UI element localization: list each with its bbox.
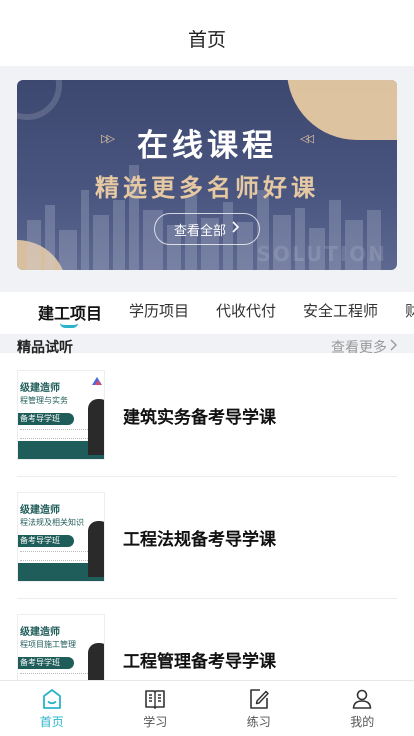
chevron-right-icon: [390, 339, 397, 355]
tab-finance[interactable]: 财: [405, 292, 414, 321]
tabbar-label: 学习: [143, 715, 168, 729]
section-header: 精品试听 查看更多: [0, 334, 414, 360]
thumb-subtitle: 程法规及相关知识: [20, 518, 84, 527]
thumb-badge: 备考导学班: [18, 535, 74, 547]
course-item[interactable]: 级建造师 程管理与实务 备考导学班 建筑实务备考导学课: [17, 370, 397, 460]
section-title: 精品试听: [17, 340, 73, 356]
tab-education[interactable]: 学历项目: [129, 292, 189, 321]
brand-logo-icon: [92, 377, 102, 385]
bottom-tab-bar: 首页 学习 练习 我的: [0, 680, 414, 736]
teacher-silhouette: [88, 399, 104, 455]
view-all-button[interactable]: 查看全部: [154, 213, 260, 245]
banner-subtitle: 精选更多名师好课: [95, 174, 319, 202]
book-icon: [145, 690, 166, 709]
divider: [17, 598, 397, 599]
course-item[interactable]: 级建造师 程法规及相关知识 备考导学班 工程法规备考导学课: [17, 492, 397, 582]
see-more-link[interactable]: 查看更多: [331, 337, 397, 357]
active-tab-indicator: [60, 323, 78, 328]
tabbar-practice[interactable]: 练习: [207, 681, 311, 736]
home-icon: [42, 689, 61, 709]
tab-label: 安全工程师: [303, 302, 379, 320]
course-banner[interactable]: ▷▷ ◁◁ 在线课程 精选更多名师好课 查看全部 SOLUTION: [17, 80, 397, 270]
thumb-text-lines: [20, 551, 90, 561]
course-title: 工程法规备考导学课: [123, 529, 276, 550]
teacher-silhouette: [88, 521, 104, 577]
tab-construction[interactable]: 建工项目: [38, 292, 103, 328]
thumb-badge: 备考导学班: [18, 657, 74, 669]
course-thumbnail: 级建造师 程法规及相关知识 备考导学班: [17, 492, 105, 582]
tab-collection[interactable]: 代收代付: [216, 292, 276, 321]
course-thumbnail: 级建造师 程管理与实务 备考导学班: [17, 370, 105, 460]
view-all-label: 查看全部: [173, 223, 226, 239]
chevron-right-icon: [232, 221, 240, 237]
page-header: 首页: [0, 0, 414, 66]
tab-label: 财: [405, 302, 414, 320]
thumb-subtitle: 程管理与实务: [20, 396, 68, 405]
course-title: 建筑实务备考导学课: [123, 407, 276, 428]
tab-label: 学历项目: [129, 302, 190, 320]
tabbar-study[interactable]: 学习: [104, 681, 208, 736]
see-more-label: 查看更多: [331, 340, 387, 356]
banner-ring-decoration: [17, 80, 62, 120]
divider: [17, 476, 397, 477]
tabbar-label: 练习: [246, 715, 271, 729]
banner-title: 在线课程: [137, 128, 277, 164]
tab-safety-engineer[interactable]: 安全工程师: [303, 292, 378, 321]
edit-icon: [249, 689, 269, 709]
tab-label: 代收代付: [216, 302, 277, 320]
course-title: 工程管理备考导学课: [123, 651, 276, 672]
thumb-subtitle: 程项目施工管理: [20, 640, 76, 649]
tabbar-label: 我的: [350, 715, 375, 729]
user-icon: [352, 689, 372, 709]
thumb-title: 级建造师: [20, 383, 60, 394]
thumb-badge: 备考导学班: [18, 413, 74, 425]
thumb-text-lines: [20, 429, 90, 439]
tabbar-me[interactable]: 我的: [311, 681, 414, 736]
page-title: 首页: [187, 28, 226, 51]
thumb-title: 级建造师: [20, 627, 60, 638]
tab-label: 建工项目: [38, 304, 103, 323]
thumb-title: 级建造师: [20, 505, 60, 516]
tabbar-label: 首页: [39, 715, 64, 729]
category-tabs: 建工项目 学历项目 代收代付 安全工程师 财: [0, 292, 414, 334]
banner-watermark: SOLUTION: [256, 242, 387, 266]
tabbar-home[interactable]: 首页: [0, 681, 104, 736]
